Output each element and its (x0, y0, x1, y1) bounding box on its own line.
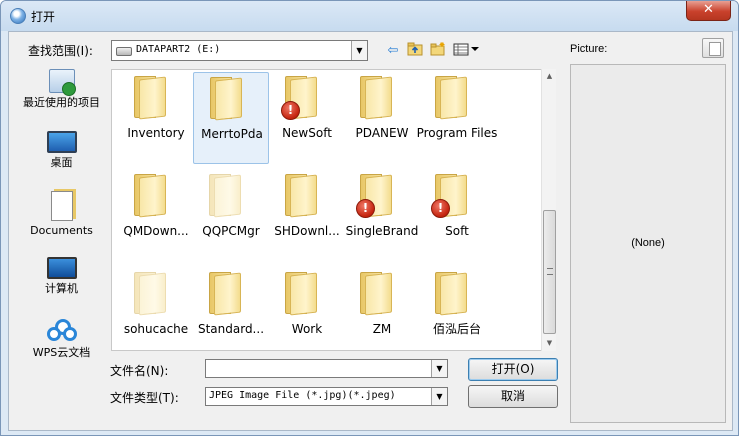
file-item[interactable]: sohucache (118, 268, 194, 350)
places-bar: 最近使用的项目 桌面 Documents 计算机 WPS云文档 (18, 69, 105, 369)
file-item[interactable]: Program Files (417, 72, 497, 164)
filetype-label: 文件类型(T): (110, 391, 179, 405)
file-item[interactable]: PDANEW (344, 72, 420, 164)
file-item-label: QQPCMgr (202, 224, 260, 238)
up-folder-icon[interactable] (405, 42, 425, 60)
chevron-down-icon[interactable]: ▼ (351, 41, 367, 60)
folder-icon (431, 76, 475, 120)
scroll-down-icon[interactable]: ▼ (542, 336, 557, 351)
file-item-label: Standard... (197, 322, 265, 336)
place-label: 计算机 (45, 282, 78, 295)
folder-icon (130, 272, 174, 316)
file-item[interactable]: Standard... (193, 268, 269, 350)
filename-label: 文件名(N): (110, 364, 169, 378)
look-in-label: 查找范围(I): (28, 44, 93, 58)
file-item-label: MerrtoPda (201, 127, 263, 141)
file-item-label: ZM (372, 322, 392, 336)
file-item[interactable]: QMDown... (118, 170, 194, 262)
place-documents[interactable]: Documents (18, 191, 105, 237)
folder-icon (205, 174, 249, 218)
folder-icon (356, 272, 400, 316)
folder-icon (206, 77, 250, 121)
wps-cloud-icon (45, 319, 79, 343)
place-wps-cloud[interactable]: WPS云文档 (18, 319, 105, 359)
chevron-down-icon[interactable]: ▼ (431, 360, 447, 377)
look-in-value: DATAPART2 (E:) (136, 44, 221, 55)
file-item-label: QMDown... (123, 224, 189, 238)
preview-toggle-button[interactable] (702, 38, 724, 58)
file-item[interactable]: 佰泓后台 (419, 268, 495, 350)
filename-field[interactable]: ▼ (205, 359, 448, 378)
place-label: 最近使用的项目 (23, 96, 100, 109)
cancel-button[interactable]: 取消 (468, 385, 558, 408)
folder-icon (130, 76, 174, 120)
open-button[interactable]: 打开(O) (468, 358, 558, 381)
app-icon (10, 8, 26, 24)
file-item[interactable]: ! NewSoft (269, 72, 345, 164)
file-item-label: 佰泓后台 (432, 322, 481, 336)
look-in-dropdown[interactable]: DATAPART2 (E:) ▼ (111, 40, 368, 61)
place-label: Documents (30, 224, 93, 237)
folder-icon (281, 174, 325, 218)
folder-icon (205, 272, 249, 316)
desktop-icon (46, 131, 77, 153)
back-arrow-icon[interactable]: ⇦ (383, 42, 403, 60)
view-menu-icon[interactable] (452, 42, 482, 60)
warning-icon: ! (281, 101, 300, 120)
filetype-value: JPEG Image File (*.jpg)(*.jpeg) (209, 390, 396, 401)
open-dialog: 打开 ✕ 查找范围(I): DATAPART2 (E:) ▼ ⇦ 最近使用的项目 (0, 0, 739, 436)
place-computer[interactable]: 计算机 (18, 257, 105, 295)
folder-icon (281, 272, 325, 316)
file-item-label: Inventory (127, 126, 185, 140)
folder-icon (431, 272, 475, 316)
file-item-label: Soft (445, 224, 469, 238)
warning-icon: ! (431, 199, 450, 218)
computer-icon (46, 257, 77, 279)
scroll-thumb[interactable] (543, 210, 556, 334)
file-item[interactable]: MerrtoPda (193, 72, 269, 164)
place-desktop[interactable]: 桌面 (18, 131, 105, 169)
file-item[interactable]: ZM (344, 268, 420, 350)
filename-input[interactable] (208, 361, 428, 376)
picture-preview: (None) (570, 64, 726, 423)
file-item[interactable]: ! Soft (419, 170, 495, 262)
dialog-client: 查找范围(I): DATAPART2 (E:) ▼ ⇦ 最近使用的项目 桌面 D… (8, 31, 733, 431)
file-item[interactable]: QQPCMgr (193, 170, 269, 262)
file-item-label: Program Files (416, 126, 498, 140)
window-title: 打开 (31, 10, 56, 24)
file-item-label: NewSoft (282, 126, 332, 140)
file-list-scrollbar[interactable]: ▲ ▼ (541, 69, 556, 351)
file-item[interactable]: SHDownl... (269, 170, 345, 262)
file-item[interactable]: ! SingleBrand (344, 170, 420, 262)
file-item-label: Work (291, 322, 323, 336)
new-folder-icon[interactable] (428, 42, 448, 60)
file-item[interactable]: Inventory (118, 72, 194, 164)
drive-icon (116, 47, 132, 56)
chevron-down-icon[interactable]: ▼ (431, 388, 447, 405)
documents-icon (50, 191, 73, 221)
title-bar[interactable]: 打开 ✕ (1, 1, 738, 31)
filetype-dropdown[interactable]: JPEG Image File (*.jpg)(*.jpeg) ▼ (205, 387, 448, 406)
folder-icon (130, 174, 174, 218)
preview-none-text: (None) (631, 237, 665, 249)
scroll-up-icon[interactable]: ▲ (542, 69, 557, 84)
file-item-label: SingleBrand (345, 224, 419, 238)
preview-label: Picture: (570, 43, 608, 55)
file-item[interactable]: Work (269, 268, 345, 350)
file-item-label: SHDownl... (274, 224, 340, 238)
place-label: 桌面 (50, 156, 73, 169)
file-item-label: sohucache (123, 322, 189, 336)
file-item-label: PDANEW (355, 126, 409, 140)
close-button[interactable]: ✕ (686, 1, 731, 21)
file-list[interactable]: Inventory MerrtoPda! NewSoft PDANEW Program … (111, 69, 556, 351)
warning-icon: ! (356, 199, 375, 218)
place-label: WPS云文档 (32, 346, 91, 359)
recent-items-icon (48, 69, 76, 96)
place-recent[interactable]: 最近使用的项目 (18, 69, 105, 109)
folder-icon (356, 76, 400, 120)
